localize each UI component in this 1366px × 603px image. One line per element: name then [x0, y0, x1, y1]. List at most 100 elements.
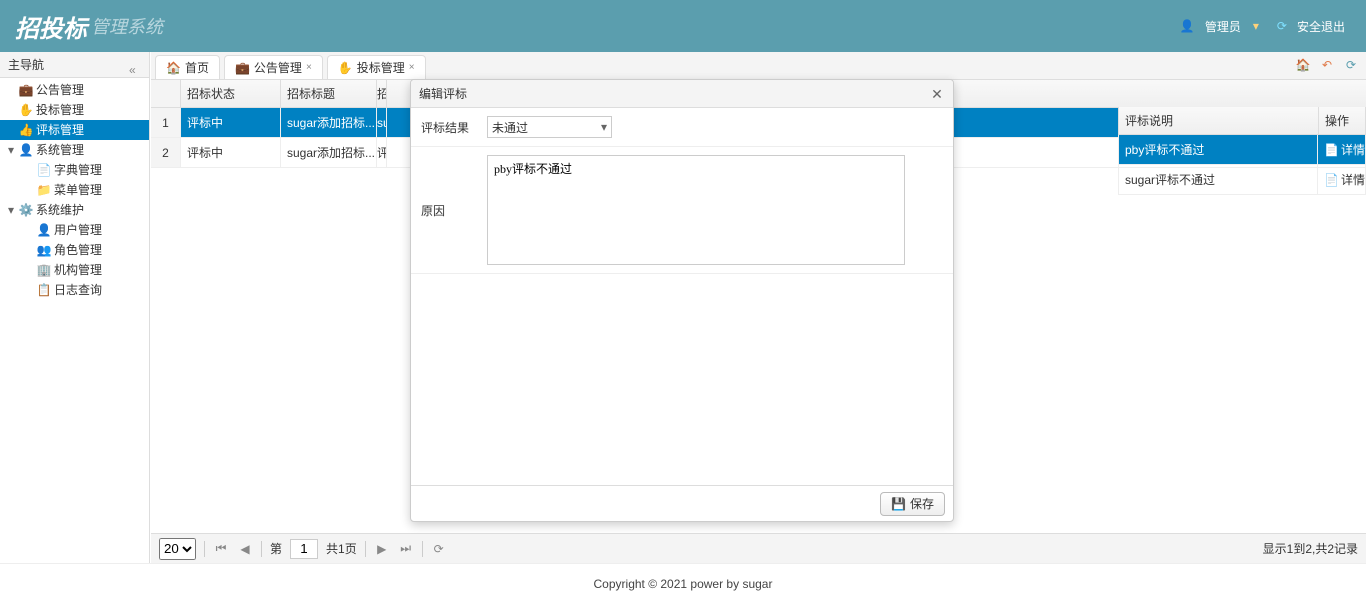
expand-icon: ▾: [4, 200, 18, 220]
prev-page-icon[interactable]: ◀: [237, 541, 253, 557]
close-icon[interactable]: ×: [306, 62, 312, 73]
sidebar-item-菜单管理[interactable]: 📁菜单管理: [0, 180, 149, 200]
col-index: [151, 80, 181, 107]
dialog-header[interactable]: 编辑评标 ✕: [411, 80, 953, 108]
admin-link[interactable]: 管理员: [1199, 18, 1247, 35]
sidebar-item-系统管理[interactable]: ▾👤系统管理: [0, 140, 149, 160]
col-ops: 操作: [1319, 107, 1366, 134]
tree-label: 字典管理: [54, 160, 102, 180]
close-icon[interactable]: ×: [409, 62, 415, 73]
tree-label: 公告管理: [36, 80, 84, 100]
tree-label: 机构管理: [54, 260, 102, 280]
chevron-down-icon[interactable]: ▾: [1253, 19, 1259, 33]
user-icon: 👤: [18, 142, 34, 158]
result-combo[interactable]: 未通过 ▾: [487, 116, 612, 138]
folder-icon: 📁: [36, 182, 52, 198]
table-row[interactable]: sugar评标不通过📄详情|✎编辑|✖删除: [1118, 165, 1366, 195]
cell-ops: 📄详情|✎编辑|✖删除: [1318, 165, 1366, 194]
tree-label: 日志查询: [54, 280, 102, 300]
sidebar-item-公告管理[interactable]: 💼公告管理: [0, 80, 149, 100]
tree-label: 菜单管理: [54, 180, 102, 200]
close-icon[interactable]: ✕: [929, 86, 945, 102]
sidebar: 主导航 « 💼公告管理✋投标管理👍评标管理▾👤系统管理📄字典管理📁菜单管理▾⚙️…: [0, 52, 150, 563]
footer: Copyright © 2021 power by sugar: [0, 563, 1366, 603]
save-label: 保存: [910, 495, 934, 512]
reload-icon[interactable]: ⟳: [431, 541, 447, 557]
logout-link[interactable]: 安全退出: [1291, 18, 1351, 35]
tab-公告管理[interactable]: 💼 公告管理 ×: [224, 55, 323, 79]
col-status[interactable]: 招标状态: [181, 80, 281, 107]
first-page-icon[interactable]: ⏮: [213, 541, 229, 557]
cell-title: sugar添加招标...: [281, 138, 377, 167]
dialog-title: 编辑评标: [419, 85, 467, 102]
detail-button[interactable]: 📄详情: [1324, 171, 1365, 188]
row-index: 1: [151, 108, 181, 137]
footer-text: Copyright © 2021 power by sugar: [594, 577, 773, 591]
sidebar-item-投标管理[interactable]: ✋投标管理: [0, 100, 149, 120]
undo-icon[interactable]: ↶: [1318, 56, 1336, 74]
detail-icon: 📄: [1324, 173, 1339, 187]
cell-status: 评标中: [181, 138, 281, 167]
sidebar-item-评标管理[interactable]: 👍评标管理: [0, 120, 149, 140]
briefcase-icon: 💼: [235, 61, 250, 75]
sidebar-item-系统维护[interactable]: ▾⚙️系统维护: [0, 200, 149, 220]
sidebar-title-text: 主导航: [8, 58, 44, 72]
save-button[interactable]: 💾 保存: [880, 492, 945, 516]
logo-sub: 管理系统: [91, 13, 163, 39]
cell-trunc: 评: [377, 138, 387, 167]
page-input[interactable]: [290, 539, 318, 559]
tree-label: 系统维护: [36, 200, 84, 220]
refresh-icon[interactable]: ⟳: [1342, 56, 1360, 74]
edit-dialog: 编辑评标 ✕ 评标结果 未通过 ▾ 原因 pby评标不通过 💾 保存: [410, 79, 954, 522]
user-icon: 👤: [36, 222, 52, 238]
detail-button[interactable]: 📄详情: [1324, 141, 1365, 158]
sidebar-item-角色管理[interactable]: 👥角色管理: [0, 240, 149, 260]
col-tender[interactable]: 招: [377, 80, 387, 107]
tree-label: 用户管理: [54, 220, 102, 240]
briefcase-icon: 💼: [18, 82, 34, 98]
cell-title: sugar添加招标...: [281, 108, 377, 137]
hand-icon: ✋: [338, 61, 353, 75]
page-prefix: 第: [270, 540, 282, 557]
users-icon: 👥: [36, 242, 52, 258]
cell-desc: sugar评标不通过: [1118, 165, 1318, 194]
table-row[interactable]: pby评标不通过📄详情|✎编辑|✖删除: [1118, 135, 1366, 165]
sidebar-item-机构管理[interactable]: 🏢机构管理: [0, 260, 149, 280]
sidebar-item-用户管理[interactable]: 👤用户管理: [0, 220, 149, 240]
org-icon: 🏢: [36, 262, 52, 278]
app-header: 招投标 管理系统 👤 管理员 ▾ ⟳ 安全退出: [0, 0, 1366, 52]
chevron-down-icon: ▾: [601, 120, 607, 134]
logo-main: 招投标: [15, 9, 87, 44]
result-value: 未通过: [492, 119, 528, 136]
tab-label: 投标管理: [357, 59, 405, 76]
cell-ops: 📄详情|✎编辑|✖删除: [1318, 135, 1366, 164]
tree-label: 系统管理: [36, 140, 84, 160]
save-icon: 💾: [891, 497, 906, 511]
col-title[interactable]: 招标标题: [281, 80, 377, 107]
home-icon[interactable]: 🏠: [1294, 56, 1312, 74]
last-page-icon[interactable]: ⏭: [398, 541, 414, 557]
pager-display: 显示1到2,共2记录: [1263, 540, 1358, 557]
page-size-select[interactable]: 20: [159, 538, 196, 560]
result-label: 评标结果: [411, 108, 481, 146]
tree-label: 评标管理: [36, 120, 84, 140]
col-desc[interactable]: 评标说明: [1119, 107, 1319, 134]
cell-desc: pby评标不通过: [1118, 135, 1318, 164]
tabs-bar: 🏠首页 💼 公告管理 × ✋ 投标管理 × 🏠 ↶ ⟳: [151, 52, 1366, 80]
reason-textarea[interactable]: pby评标不通过: [487, 155, 905, 265]
cell-status: 评标中: [181, 108, 281, 137]
hand-icon: ✋: [18, 102, 34, 118]
tab-label: 公告管理: [254, 59, 302, 76]
tab-首页[interactable]: 🏠首页: [155, 55, 220, 79]
next-page-icon[interactable]: ▶: [374, 541, 390, 557]
sidebar-item-日志查询[interactable]: 📋日志查询: [0, 280, 149, 300]
tab-投标管理[interactable]: ✋ 投标管理 ×: [327, 55, 426, 79]
tree-label: 角色管理: [54, 240, 102, 260]
collapse-icon[interactable]: «: [129, 57, 143, 71]
sidebar-item-字典管理[interactable]: 📄字典管理: [0, 160, 149, 180]
sidebar-title: 主导航 «: [0, 52, 149, 78]
nav-tree: 💼公告管理✋投标管理👍评标管理▾👤系统管理📄字典管理📁菜单管理▾⚙️系统维护👤用…: [0, 78, 149, 302]
expand-icon: ▾: [4, 140, 18, 160]
pager: 20 ⏮ ◀ 第 共1页 ▶ ⏭ ⟳ 显示1到2,共2记录: [151, 533, 1366, 563]
home-icon: 🏠: [166, 61, 181, 75]
